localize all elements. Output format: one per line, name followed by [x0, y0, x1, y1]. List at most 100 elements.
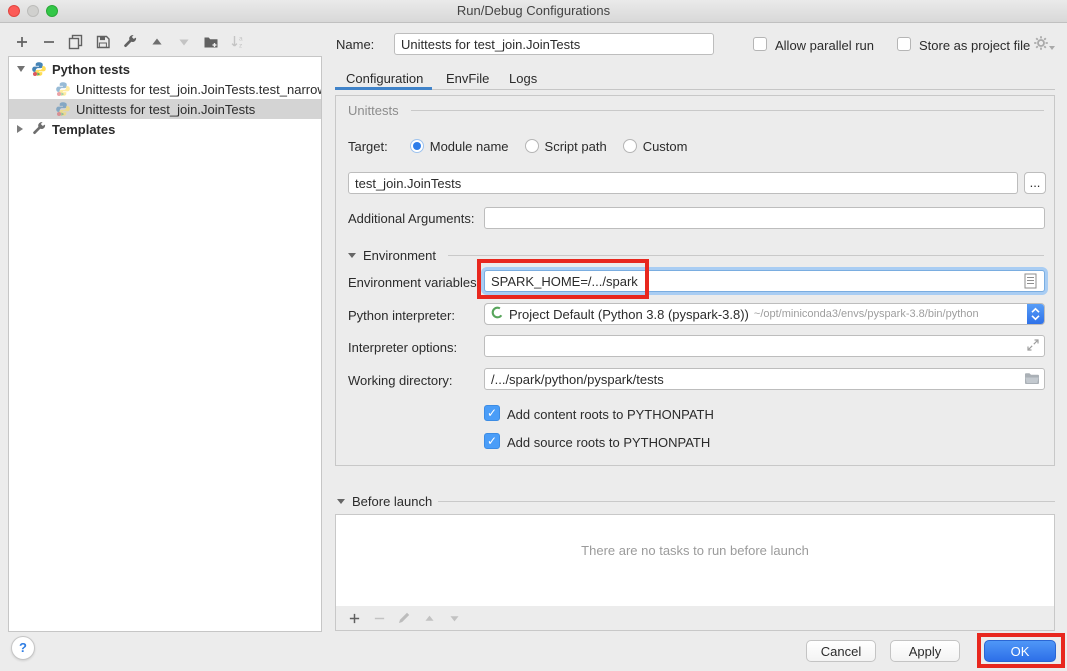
radio-icon[interactable] [525, 139, 539, 153]
tree-item-label: Templates [52, 122, 115, 137]
zoom-button[interactable] [46, 5, 58, 17]
tree-item-label: Unittests for test_join.JoinTests.test_n… [76, 82, 321, 97]
radio-label: Module name [430, 139, 509, 154]
add-source-roots-checkbox[interactable]: ✓ [484, 433, 500, 449]
python-test-config-icon [55, 81, 71, 97]
add-content-roots-checkbox[interactable]: ✓ [484, 405, 500, 421]
store-as-project-file-checkbox[interactable] [897, 37, 911, 51]
group-divider [438, 501, 1055, 502]
add-source-roots-label: Add source roots to PYTHONPATH [507, 435, 710, 450]
group-divider [411, 110, 1044, 111]
tree-item-label: Unittests for test_join.JoinTests [76, 102, 255, 117]
before-launch-toolbar [335, 606, 1055, 631]
tree-item-unittests-test-narrow[interactable]: Unittests for test_join.JoinTests.test_n… [9, 79, 321, 99]
save-icon[interactable] [95, 34, 111, 50]
minimize-button[interactable] [27, 5, 39, 17]
radio-label: Custom [643, 139, 688, 154]
active-tab-underline [335, 87, 432, 90]
conda-env-icon [491, 306, 504, 322]
browse-folder-icon[interactable] [1024, 372, 1040, 385]
remove-icon[interactable] [371, 610, 387, 626]
target-label: Target: [348, 139, 388, 154]
target-option-module-name[interactable]: Module name [410, 139, 509, 154]
tab-logs[interactable]: Logs [509, 71, 537, 86]
environment-group-header[interactable]: Environment [348, 248, 436, 263]
interpreter-options-label: Interpreter options: [348, 340, 457, 355]
ok-button[interactable]: OK [984, 640, 1056, 662]
working-directory-input[interactable] [484, 368, 1045, 390]
tabs-divider [335, 89, 1055, 90]
browse-target-button[interactable]: ... [1024, 172, 1046, 194]
close-button[interactable] [8, 5, 20, 17]
tree-item-label: Python tests [52, 62, 130, 77]
edit-variables-icon[interactable] [1024, 273, 1037, 289]
sidebar-toolbar: az [14, 32, 246, 52]
working-directory-label: Working directory: [348, 373, 453, 388]
interpreter-value: Project Default (Python 3.8 (pyspark-3.8… [509, 307, 749, 322]
python-interpreter-label: Python interpreter: [348, 308, 455, 323]
environment-variables-label: Environment variables: [348, 275, 480, 290]
before-launch-header[interactable]: Before launch [337, 494, 432, 509]
titlebar: Run/Debug Configurations [0, 0, 1067, 23]
target-option-custom[interactable]: Custom [623, 139, 688, 154]
cancel-button[interactable]: Cancel [806, 640, 876, 662]
additional-arguments-label: Additional Arguments: [348, 211, 474, 226]
move-down-icon[interactable] [176, 34, 192, 50]
collapse-triangle-icon[interactable] [348, 253, 356, 258]
edit-icon[interactable] [396, 610, 412, 626]
config-tree-panel: Python tests Unittests for test_join.Joi… [8, 56, 322, 632]
before-launch-title: Before launch [352, 494, 432, 509]
group-divider [448, 255, 1044, 256]
tree-item-templates[interactable]: Templates [9, 119, 321, 139]
additional-arguments-input[interactable] [484, 207, 1045, 229]
name-label: Name: [336, 37, 374, 52]
allow-parallel-run-checkbox[interactable] [753, 37, 767, 51]
expand-field-icon[interactable] [1026, 338, 1040, 352]
copy-icon[interactable] [68, 34, 84, 50]
interpreter-options-input[interactable] [484, 335, 1045, 357]
add-content-roots-label: Add content roots to PYTHONPATH [507, 407, 714, 422]
python-interpreter-select[interactable]: Project Default (Python 3.8 (pyspark-3.8… [484, 303, 1045, 325]
sort-icon[interactable]: az [230, 34, 246, 50]
chevron-down-icon[interactable] [17, 66, 31, 72]
tree-item-unittests-jointests[interactable]: Unittests for test_join.JoinTests [9, 99, 321, 119]
apply-button[interactable]: Apply [890, 640, 960, 662]
window-title: Run/Debug Configurations [0, 0, 1067, 22]
tab-envfile[interactable]: EnvFile [446, 71, 489, 86]
target-radio-group: Target: Module name Script path Custom [348, 136, 703, 156]
move-up-icon[interactable] [149, 34, 165, 50]
remove-icon[interactable] [41, 34, 57, 50]
radio-icon[interactable] [623, 139, 637, 153]
before-launch-task-list: There are no tasks to run before launch [335, 514, 1055, 607]
python-tests-icon [31, 61, 47, 77]
move-up-icon[interactable] [421, 610, 437, 626]
configuration-form-panel: Unittests Target: Module name Script pat… [335, 95, 1055, 466]
add-icon[interactable] [346, 610, 362, 626]
dropdown-stepper-icon[interactable] [1027, 303, 1044, 325]
radio-label: Script path [545, 139, 607, 154]
run-debug-configurations-dialog: Run/Debug Configurations az Python tests… [0, 0, 1067, 671]
radio-selected-icon[interactable] [410, 139, 424, 153]
svg-text:a: a [239, 36, 243, 43]
new-folder-icon[interactable] [203, 34, 219, 50]
tree-item-python-tests[interactable]: Python tests [9, 59, 321, 79]
wrench-icon [31, 121, 47, 137]
svg-text:z: z [239, 43, 242, 50]
help-button[interactable]: ? [11, 636, 35, 660]
interpreter-path: ~/opt/miniconda3/envs/pyspark-3.8/bin/py… [754, 308, 1027, 320]
environment-variables-input[interactable] [484, 270, 1045, 292]
gear-icon[interactable] [1033, 35, 1056, 51]
environment-group-title: Environment [363, 248, 436, 263]
tab-configuration[interactable]: Configuration [346, 71, 423, 86]
move-down-icon[interactable] [446, 610, 462, 626]
store-as-project-file-label: Store as project file [919, 38, 1030, 53]
chevron-right-icon[interactable] [17, 125, 31, 133]
allow-parallel-run-label: Allow parallel run [775, 38, 874, 53]
target-option-script-path[interactable]: Script path [525, 139, 607, 154]
target-value-input[interactable] [348, 172, 1018, 194]
add-icon[interactable] [14, 34, 30, 50]
edit-templates-icon[interactable] [122, 34, 138, 50]
no-tasks-message: There are no tasks to run before launch [336, 543, 1054, 558]
name-input[interactable] [394, 33, 714, 55]
collapse-triangle-icon[interactable] [337, 499, 345, 504]
